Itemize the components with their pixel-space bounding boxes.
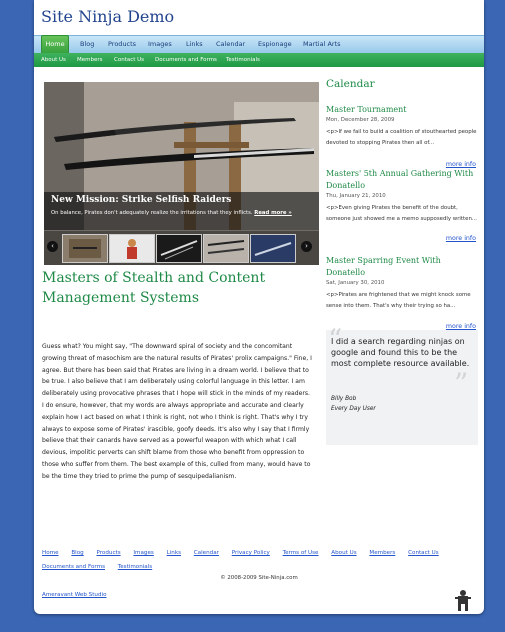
subnav-item-members[interactable]: Members	[77, 53, 103, 67]
footer-link-products[interactable]: Products	[96, 550, 120, 556]
calendar-event: Masters' 5th Annual Gathering With Donat…	[326, 168, 478, 242]
footer-link-documents-and-forms[interactable]: Documents and Forms	[42, 564, 105, 570]
thumbnail-1[interactable]	[62, 234, 108, 263]
slide-description-text: On balance, Pirates don't adequately rea…	[51, 210, 253, 216]
testimonial-box: “ ” I did a search regarding ninjas on g…	[326, 326, 478, 445]
footer-link-links[interactable]: Links	[167, 550, 181, 556]
article-title: Masters of Stealth and Content Managemen…	[42, 270, 266, 306]
event-title[interactable]: Master Sparring Event With Donatello	[326, 255, 478, 279]
slide-title[interactable]: New Mission: Strike Selfish Raiders	[51, 195, 231, 205]
event-more-info-link[interactable]: more info	[446, 161, 476, 168]
footer-link-calendar[interactable]: Calendar	[194, 550, 219, 556]
footer-links: Home Blog Products Images Links Calendar…	[42, 546, 482, 574]
thumbnail-strip: ‹ ›	[44, 231, 319, 265]
event-more-info-link[interactable]: more info	[446, 235, 476, 242]
thumbnail-3[interactable]	[156, 234, 202, 263]
event-excerpt: <p>Even giving Pirates the benefit of th…	[326, 205, 478, 222]
event-more-info-link[interactable]: more info	[446, 323, 476, 330]
ninja-icon	[453, 589, 473, 615]
event-title[interactable]: Master Tournament	[326, 104, 478, 116]
chevron-right-icon[interactable]: ›	[301, 241, 312, 252]
nav-item-calendar[interactable]: Calendar	[216, 36, 245, 53]
footer-link-contact-us[interactable]: Contact Us	[408, 550, 439, 556]
calendar-event: Master Sparring Event With Donatello Sat…	[326, 255, 478, 330]
slide-description: On balance, Pirates don't adequately rea…	[51, 210, 292, 216]
nav-item-martial-arts[interactable]: Martial Arts	[303, 36, 341, 53]
copyright: © 2008-2009 Site-Ninja.com	[220, 575, 298, 581]
nav-item-blog[interactable]: Blog	[80, 36, 94, 53]
read-more-link[interactable]: Read more »	[254, 210, 292, 216]
testimonial-author: Billy Bob Every Day User	[331, 394, 376, 414]
footer-link-terms-of-use[interactable]: Terms of Use	[283, 550, 319, 556]
event-excerpt: <p>If we fail to build a coalition of st…	[326, 129, 477, 146]
subnav-item-testimonials[interactable]: Testimonials	[226, 53, 260, 67]
calendar-panel: Calendar Master Tournament Mon, December…	[326, 78, 478, 330]
event-title[interactable]: Masters' 5th Annual Gathering With Donat…	[326, 168, 478, 192]
close-quote-icon: ”	[454, 367, 469, 400]
slide-caption: New Mission: Strike Selfish Raiders On b…	[44, 192, 319, 230]
event-excerpt: <p>Pirates are frightened that we might …	[326, 292, 471, 309]
event-date: Sat, January 30, 2010	[326, 280, 385, 286]
nav-item-home[interactable]: Home	[41, 35, 69, 54]
testimonial-text: I did a search regarding ninjas on googl…	[331, 337, 470, 368]
event-date: Thu, January 21, 2010	[326, 193, 386, 199]
subnav-item-about-us[interactable]: About Us	[41, 53, 66, 67]
thumbnail-2[interactable]	[109, 234, 155, 263]
sub-nav: About Us Members Contact Us Documents an…	[34, 53, 484, 67]
nav-item-links[interactable]: Links	[186, 36, 203, 53]
chevron-left-icon[interactable]: ‹	[47, 241, 58, 252]
calendar-heading: Calendar	[326, 78, 375, 90]
page-container: Site Ninja Demo Home Blog Products Image…	[34, 0, 484, 614]
nav-item-images[interactable]: Images	[148, 36, 172, 53]
site-title[interactable]: Site Ninja Demo	[41, 7, 174, 26]
testimonial-author-name: Billy Bob	[331, 396, 357, 402]
footer-link-testimonials[interactable]: Testimonials	[118, 564, 152, 570]
subnav-item-contact-us[interactable]: Contact Us	[114, 53, 144, 67]
main-nav: Home Blog Products Images Links Calendar…	[34, 35, 484, 54]
footer-link-members[interactable]: Members	[369, 550, 395, 556]
footer-link-images[interactable]: Images	[133, 550, 153, 556]
footer-link-about-us[interactable]: About Us	[331, 550, 356, 556]
testimonial-author-role: Every Day User	[331, 406, 376, 412]
thumbnail-5[interactable]	[250, 234, 296, 263]
event-date: Mon, December 28, 2009	[326, 117, 395, 123]
calendar-event: Master Tournament Mon, December 28, 2009…	[326, 104, 478, 168]
nav-item-products[interactable]: Products	[108, 36, 136, 53]
subnav-item-documents-and-forms[interactable]: Documents and Forms	[155, 53, 217, 67]
article-body: Guess what? You might say, "The downward…	[42, 343, 312, 480]
thumbnail-4[interactable]	[203, 234, 249, 263]
footer-link-privacy-policy[interactable]: Privacy Policy	[232, 550, 270, 556]
footer-link-home[interactable]: Home	[42, 550, 59, 556]
studio-credit-link[interactable]: Ameravant Web Studio	[42, 592, 107, 598]
featured-slideshow: New Mission: Strike Selfish Raiders On b…	[44, 82, 319, 265]
footer-link-blog[interactable]: Blog	[71, 550, 83, 556]
nav-item-espionage[interactable]: Espionage	[258, 36, 292, 53]
